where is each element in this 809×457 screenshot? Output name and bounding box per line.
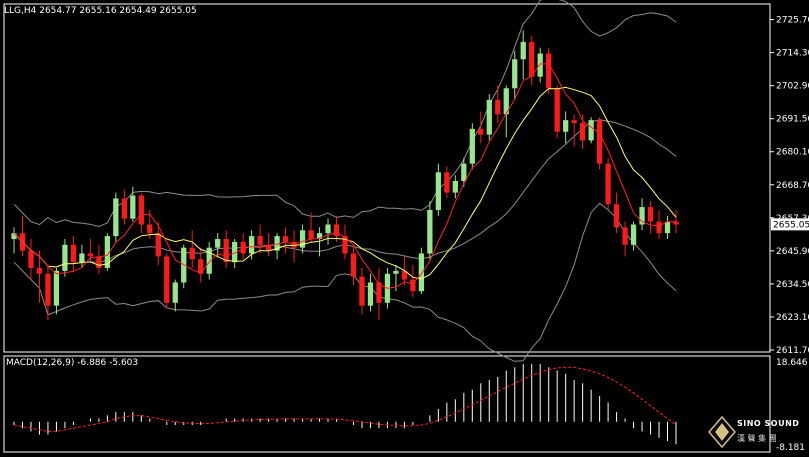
candle-body	[282, 236, 289, 242]
candle-body	[469, 128, 475, 164]
price-tick-label: 2714.30	[776, 49, 809, 59]
candle-body	[121, 198, 127, 219]
candle-body	[563, 120, 569, 132]
candle-body	[130, 195, 136, 219]
candle-body	[520, 41, 526, 60]
price-tick-label: 2645.90	[776, 247, 809, 257]
macd-signal-line	[13, 366, 677, 432]
candle-body	[155, 233, 161, 257]
price-tick-label: 2623.10	[776, 313, 809, 323]
watermark-logo: SINO SOUND 漢 聲 集 團	[707, 415, 801, 451]
candlestick-series	[11, 30, 679, 321]
price-tick-label: 2611.70	[776, 346, 809, 356]
chart-root[interactable]: 2725.70 2714.30 2702.90 2691.50 2680.10 2668.…	[0, 0, 809, 457]
candle-body	[495, 99, 501, 115]
candle-body	[138, 195, 144, 225]
macd-panel-border	[3, 355, 771, 453]
candle-body	[393, 270, 399, 274]
candle-body	[571, 120, 577, 124]
macd-axis-top-label: 18.646	[776, 358, 808, 368]
candle-body	[147, 224, 153, 234]
price-tick-label: 2668.70	[776, 181, 809, 191]
candle-body	[215, 238, 221, 248]
candle-body	[605, 163, 611, 205]
candle-body	[164, 256, 170, 303]
candle-body	[554, 88, 560, 132]
current-price-label: 2655.05	[773, 220, 809, 230]
sino-sound-logo-icon	[708, 415, 736, 449]
candle-body	[596, 120, 603, 164]
candle-body	[647, 207, 654, 222]
candle-body	[486, 99, 492, 135]
price-tick-label: 2702.90	[776, 82, 809, 92]
candle-body	[87, 253, 94, 257]
price-tick-label: 2691.50	[776, 115, 809, 125]
candle-body	[529, 41, 535, 77]
candle-body	[36, 267, 43, 274]
candle-body	[418, 253, 425, 292]
candle-body	[427, 210, 433, 254]
candle-body	[240, 241, 246, 254]
candle-body	[622, 227, 628, 245]
candle-body	[308, 230, 314, 239]
candle-body	[79, 253, 85, 263]
candle-body	[630, 224, 637, 245]
candle-body	[53, 270, 60, 306]
candle-body	[512, 59, 518, 89]
candle-body	[444, 172, 450, 193]
candle-body	[96, 256, 102, 268]
candle-body	[656, 221, 662, 234]
watermark-text-en: SINO SOUND	[737, 419, 800, 428]
candle-body	[189, 247, 195, 260]
price-axis: 2725.70 2714.30 2702.90 2691.50 2680.10 2668.…	[770, 16, 809, 356]
candle-body	[588, 120, 594, 141]
price-tick-label: 2634.50	[776, 280, 809, 290]
candle-body	[546, 53, 552, 89]
candle-body	[28, 250, 34, 268]
chart-frame	[3, 3, 771, 453]
candle-body	[113, 198, 119, 237]
price-tick-label: 2680.10	[776, 148, 809, 158]
candle-body	[249, 236, 255, 254]
price-tick-label: 2725.70	[776, 16, 809, 26]
candle-body	[70, 244, 77, 263]
candle-body	[350, 253, 357, 277]
candle-body	[613, 204, 620, 228]
candle-body	[172, 282, 178, 303]
candle-body	[664, 221, 671, 234]
candle-body	[452, 181, 458, 193]
candle-body	[223, 238, 229, 263]
watermark-text-cn: 漢 聲 集 團	[737, 434, 777, 443]
candle-body	[333, 224, 340, 237]
candle-body	[580, 123, 586, 141]
candle-body	[537, 53, 543, 77]
macd-panel: 18.646-8.181	[13, 358, 808, 453]
candle-body	[325, 224, 331, 234]
candle-body	[11, 233, 17, 239]
candle-body	[257, 236, 263, 245]
candle-body	[461, 163, 467, 182]
candle-body	[435, 172, 441, 210]
bollinger-upper	[13, 0, 677, 228]
candle-body	[62, 244, 68, 271]
candle-body	[367, 282, 374, 306]
candle-body	[359, 276, 365, 306]
bollinger-bands	[13, 0, 677, 362]
candle-body	[478, 128, 484, 135]
candle-body	[45, 273, 51, 306]
